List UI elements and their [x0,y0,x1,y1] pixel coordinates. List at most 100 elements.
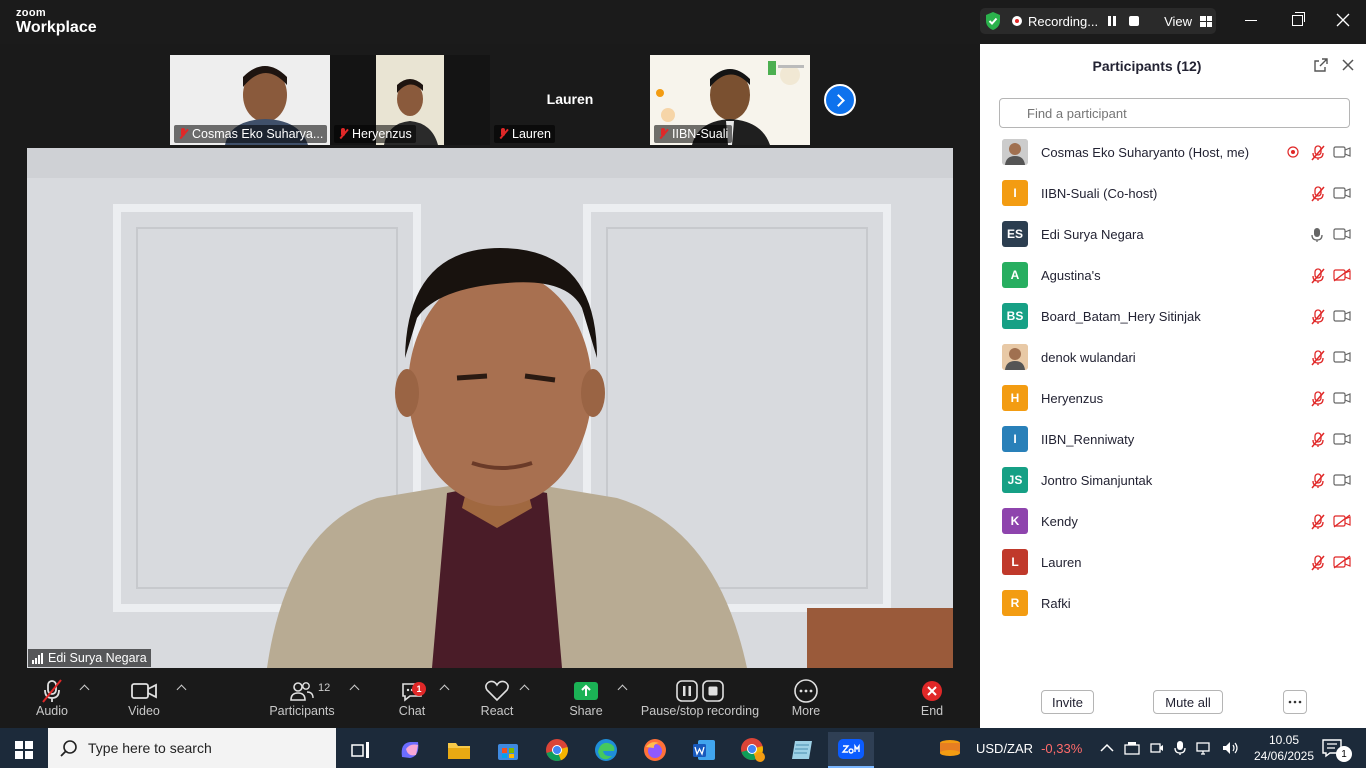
chat-options-caret-icon[interactable] [439,684,450,695]
network-drive-icon[interactable] [1124,741,1140,755]
video-thumbnail[interactable]: IIBN-Suali [650,55,810,145]
muted-mic-icon [658,128,668,140]
currency-ticker[interactable]: USD/ZAR -0,33% [938,728,1082,768]
volume-icon[interactable] [1222,741,1240,755]
system-tray [1100,728,1240,768]
task-view-button[interactable] [338,732,384,768]
chrome-app[interactable] [534,732,580,768]
microphone-icon[interactable] [1174,740,1186,756]
participant-row[interactable]: R Rafki [980,583,1366,624]
invite-button[interactable]: Invite [1041,690,1094,714]
video-camera-icon[interactable] [1333,391,1351,409]
video-camera-icon[interactable] [1333,309,1351,327]
muted-microphone-icon[interactable] [1310,473,1326,494]
muted-microphone-icon[interactable] [1310,432,1326,453]
video-off-icon[interactable] [1333,555,1351,574]
share-button[interactable]: Share [568,678,604,718]
end-meeting-button[interactable]: End [917,678,947,718]
muted-microphone-icon[interactable] [1310,391,1326,412]
more-panel-options-button[interactable] [1283,690,1307,714]
next-page-button[interactable] [824,84,856,116]
participant-row[interactable]: denok wulandari [980,337,1366,378]
video-thumbnail[interactable]: Cosmas Eko Suharya... [170,55,330,145]
react-options-caret-icon[interactable] [519,684,530,695]
word-app[interactable] [681,732,727,768]
share-screen-icon [574,682,598,700]
participant-name: Heryenzus [1041,391,1104,406]
participant-row[interactable]: L Lauren [980,542,1366,583]
participant-name: Agustina's [1041,268,1101,283]
muted-microphone-icon[interactable] [1310,350,1326,371]
participants-options-caret-icon[interactable] [349,684,360,695]
video-off-icon[interactable] [1333,514,1351,533]
chat-button[interactable]: Chat 1 [396,678,428,718]
minimize-button[interactable] [1228,0,1274,40]
video-thumbnail[interactable]: Lauren Lauren [490,55,650,145]
file-explorer-app[interactable] [436,732,482,768]
muted-microphone-icon[interactable] [1310,186,1326,207]
restore-button[interactable] [1274,0,1320,40]
participant-row[interactable]: ES Edi Surya Negara [980,214,1366,255]
microsoft-store-app[interactable] [485,732,531,768]
video-camera-icon[interactable] [1333,227,1351,245]
clock[interactable]: 10.05 24/06/2025 [1252,728,1316,768]
close-panel-icon[interactable] [1341,58,1355,72]
audio-options-caret-icon[interactable] [79,684,90,695]
taskbar-search-box[interactable]: Type here to search [48,728,336,768]
audio-button[interactable]: Audio [33,678,71,718]
participant-name: Board_Batam_Hery Sitinjak [1041,309,1201,324]
muted-microphone-icon[interactable] [1310,268,1326,289]
firefox-app[interactable] [632,732,678,768]
participant-row[interactable]: A Agustina's [980,255,1366,296]
video-thumbnail[interactable]: Heryenzus [330,55,490,145]
close-window-button[interactable] [1320,0,1366,40]
pause-stop-recording-button[interactable]: Pause/stop recording [640,678,760,718]
chevron-up-icon[interactable] [1100,743,1114,753]
participant-row[interactable]: BS Board_Batam_Hery Sitinjak [980,296,1366,337]
view-button[interactable]: View [1164,14,1213,29]
restore-icon [1291,11,1305,26]
security-shield-icon[interactable] [984,11,1002,31]
notification-center-button[interactable]: 1 [1322,728,1352,768]
notepad-app[interactable] [779,732,825,768]
video-off-icon[interactable] [1333,268,1351,287]
meet-now-icon[interactable] [1150,741,1164,755]
video-camera-icon[interactable] [1333,350,1351,368]
more-button[interactable]: More [790,678,822,718]
network-icon[interactable] [1196,741,1212,755]
video-camera-icon[interactable] [1333,186,1351,204]
participant-row[interactable]: Cosmas Eko Suharyanto (Host, me) [980,132,1366,173]
speaker-name-label: Edi Surya Negara [28,649,151,667]
active-speaker-video[interactable]: Edi Surya Negara [27,148,953,668]
microphone-icon[interactable] [1310,227,1324,248]
video-options-caret-icon[interactable] [176,684,187,695]
video-camera-icon[interactable] [1333,432,1351,450]
chrome-profile-app[interactable] [730,732,776,768]
participant-row[interactable]: I IIBN_Renniwaty [980,419,1366,460]
edge-app[interactable] [583,732,629,768]
mute-all-button[interactable]: Mute all [1153,690,1223,714]
participant-row[interactable]: I IIBN-Suali (Co-host) [980,173,1366,214]
muted-microphone-icon[interactable] [1310,514,1326,535]
speaker-video-image [27,148,953,668]
title-bar: zoom Workplace Recording... View [0,0,1366,44]
start-button[interactable] [0,732,48,768]
copilot-app[interactable] [387,732,433,768]
pause-recording-button[interactable] [1104,13,1120,29]
participant-row[interactable]: JS Jontro Simanjuntak [980,460,1366,501]
share-options-caret-icon[interactable] [617,684,628,695]
brand-main: Workplace [16,19,97,36]
muted-microphone-icon[interactable] [1310,145,1326,166]
zoom-app[interactable] [828,732,874,768]
stop-recording-button[interactable] [1126,13,1142,29]
popout-icon[interactable] [1314,58,1328,72]
video-camera-icon[interactable] [1333,145,1351,163]
video-button[interactable]: Video [124,678,164,718]
participant-row[interactable]: H Heryenzus [980,378,1366,419]
react-button[interactable]: React [480,678,514,718]
participant-row[interactable]: K Kendy [980,501,1366,542]
participant-search-input[interactable] [999,98,1350,128]
muted-microphone-icon[interactable] [1310,555,1326,576]
muted-microphone-icon[interactable] [1310,309,1326,330]
video-camera-icon[interactable] [1333,473,1351,491]
